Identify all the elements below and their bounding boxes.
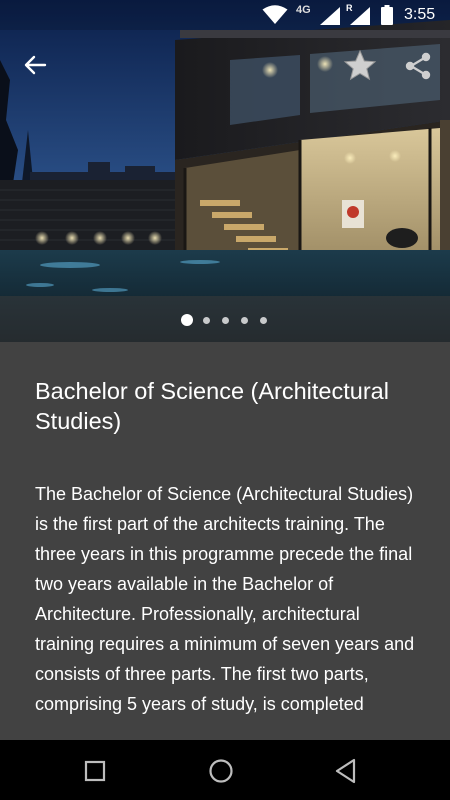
hero-image[interactable] bbox=[0, 0, 450, 342]
signal-roaming-icon bbox=[350, 7, 370, 25]
recents-square-icon bbox=[84, 760, 106, 782]
carousel-indicator bbox=[0, 313, 450, 327]
status-bar: 4G R 3:55 bbox=[0, 0, 450, 30]
home-circle-icon bbox=[209, 759, 233, 783]
carousel-dot[interactable] bbox=[221, 316, 229, 324]
navigation-bar bbox=[0, 740, 450, 800]
home-button[interactable] bbox=[208, 758, 234, 784]
star-icon bbox=[343, 49, 377, 81]
back-button[interactable] bbox=[20, 50, 50, 80]
network-type-label: 4G bbox=[296, 4, 311, 16]
wifi-icon bbox=[262, 5, 288, 24]
hero-photo bbox=[0, 0, 450, 342]
detail-content[interactable]: Bachelor of Science (Architectural Studi… bbox=[0, 342, 450, 740]
app-screen: 4G R 3:55 Bachelor of Science (Architect… bbox=[0, 0, 450, 800]
battery-icon bbox=[381, 5, 393, 25]
carousel-dot[interactable] bbox=[240, 316, 248, 324]
recents-button[interactable] bbox=[84, 760, 106, 782]
share-button[interactable] bbox=[402, 50, 434, 82]
share-icon bbox=[405, 52, 431, 80]
page-title: Bachelor of Science (Architectural Studi… bbox=[35, 378, 389, 434]
carousel-dot-active[interactable] bbox=[181, 314, 193, 326]
arrow-back-icon bbox=[24, 55, 47, 75]
back-triangle-icon bbox=[335, 758, 356, 784]
signal-icon bbox=[320, 7, 340, 25]
clock: 3:55 bbox=[404, 6, 436, 23]
programme-description: The Bachelor of Science (Architectural S… bbox=[35, 484, 415, 714]
carousel-dot[interactable] bbox=[259, 316, 267, 324]
carousel-dot[interactable] bbox=[202, 316, 210, 324]
system-back-button[interactable] bbox=[334, 758, 358, 784]
favorite-button[interactable] bbox=[342, 48, 378, 84]
